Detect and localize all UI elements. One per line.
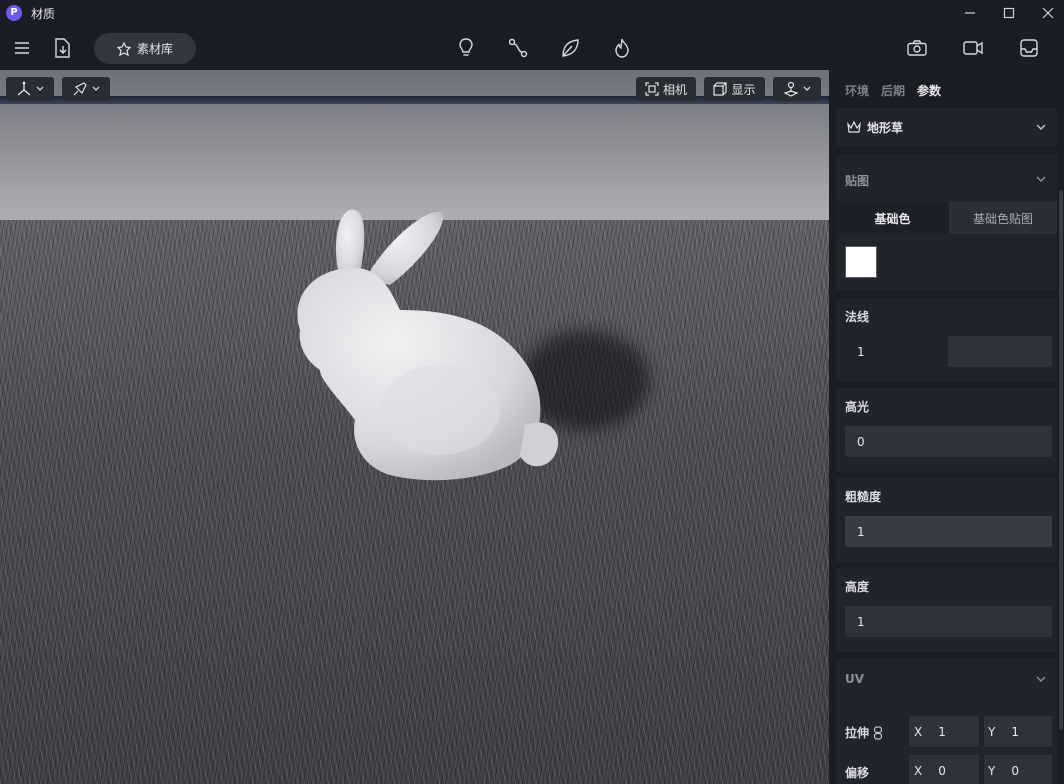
uv-offset-y-input[interactable]: Y0 [984,755,1052,784]
uv-section-title: UV [845,672,865,686]
material-library-button[interactable]: 素材库 [94,33,196,64]
minimize-icon [965,12,975,14]
3d-viewport[interactable]: 相机 显示 [0,70,829,784]
camera-frame-icon [645,82,659,96]
video-icon [963,41,983,55]
link-icon[interactable] [873,725,883,740]
brush-tool-dropdown[interactable] [62,77,110,101]
chevron-down-icon[interactable] [1035,673,1047,685]
normal-value: 1 [845,336,948,367]
panel-scrollbar[interactable] [1059,190,1063,730]
properties-panel: 环境 后期 参数 地形草 贴图 基础色 基础色贴图 法线 1 高光 0 粗糙度 … [829,70,1064,784]
camera-menu-button[interactable]: 相机 [636,77,696,101]
specular-section: 高光 0 [836,388,1057,472]
menu-icon [15,42,29,54]
main-toolbar: 素材库 [0,26,1064,70]
brush-icon [73,82,87,96]
inbox-icon [1020,39,1038,57]
minimize-button[interactable] [950,0,990,26]
chevron-down-icon[interactable] [1035,173,1047,185]
close-button[interactable] [1028,0,1064,26]
uv-stretch-x-value: 1 [938,725,946,739]
chevron-down-icon [36,86,44,91]
import-file-icon [55,38,70,58]
vegetation-button[interactable] [558,36,582,60]
node-graph-button[interactable] [506,36,530,60]
material-library-label: 素材库 [136,42,173,56]
uv-stretch-y-axis: Y [988,725,996,739]
tab-environment[interactable]: 环境 [845,82,869,99]
normal-section: 法线 1 [836,298,1057,382]
title-bar: P 材质 [0,0,1064,26]
normal-title: 法线 [845,310,870,324]
subtab-base-color-map[interactable]: 基础色贴图 [949,202,1057,234]
chevron-down-icon [92,86,100,91]
texture-section-title: 贴图 [845,174,870,188]
transform-gizmo-dropdown[interactable] [6,77,54,101]
close-icon [1042,7,1054,19]
material-select[interactable]: 地形草 [845,112,1048,142]
uv-stretch-x-axis: X [914,725,923,739]
display-label: 显示 [731,82,756,97]
roughness-input[interactable]: 1 [845,516,1052,547]
uv-offset-x-value: 0 [938,764,946,778]
display-cube-icon [713,82,728,96]
maximize-icon [1003,7,1015,19]
crown-icon [847,121,861,133]
material-library-icon [116,41,131,56]
uv-stretch-y-value: 1 [1011,725,1019,739]
camera-label: 相机 [662,82,687,97]
tab-post-processing[interactable]: 后期 [881,82,905,99]
base-color-swatch[interactable] [845,246,877,278]
bunny-model [297,209,559,481]
height-section: 高度 1 [836,568,1057,652]
import-file-button[interactable] [50,36,74,60]
camera-icon [907,40,927,56]
height-input[interactable]: 1 [845,606,1052,637]
record-video-button[interactable] [961,36,985,60]
specular-input[interactable]: 0 [845,426,1052,457]
uv-section: UV 拉伸 X1 Y1 偏移 X0 Y0 [836,658,1057,784]
node-graph-icon [508,38,528,58]
uv-offset-x-axis: X [914,764,923,778]
uv-stretch-label: 拉伸 [845,726,870,740]
uv-stretch-y-input[interactable]: Y1 [984,716,1052,747]
lighting-button[interactable] [454,36,478,60]
display-menu-button[interactable]: 显示 [704,77,765,101]
pivot-icon [783,81,799,97]
screenshot-button[interactable] [905,36,929,60]
output-button[interactable] [1017,36,1041,60]
axis-gizmo-icon [17,81,31,96]
menu-button[interactable] [10,36,34,60]
material-select-section: 地形草 [836,108,1057,146]
uv-offset-y-axis: Y [988,764,996,778]
fire-icon [615,38,629,58]
app-logo: P [6,5,22,21]
chevron-down-icon [803,86,811,91]
maximize-button[interactable] [989,0,1029,26]
uv-offset-y-value: 0 [1011,764,1019,778]
chevron-down-icon [1036,124,1046,130]
tab-parameters[interactable]: 参数 [917,82,941,99]
specular-title: 高光 [845,400,870,414]
pivot-dropdown[interactable] [773,77,821,101]
subtab-base-color[interactable]: 基础色 [836,202,949,234]
material-select-value: 地形草 [867,120,904,135]
roughness-section: 粗糙度 1 [836,478,1057,562]
normal-slider[interactable]: 1 [845,336,1052,367]
panel-tabs: 环境 后期 参数 [845,82,941,99]
window-title: 材质 [31,7,56,21]
height-title: 高度 [845,580,870,594]
roughness-title: 粗糙度 [845,490,882,504]
texture-section: 贴图 基础色 基础色贴图 [836,154,1057,290]
uv-stretch-x-input[interactable]: X1 [909,716,979,747]
uv-offset-x-input[interactable]: X0 [909,755,979,784]
effects-button[interactable] [610,36,634,60]
lightbulb-icon [459,38,473,56]
uv-offset-label: 偏移 [845,766,870,780]
leaf-icon [562,39,579,57]
uv-stretch-row-label: 拉伸 [845,724,883,741]
